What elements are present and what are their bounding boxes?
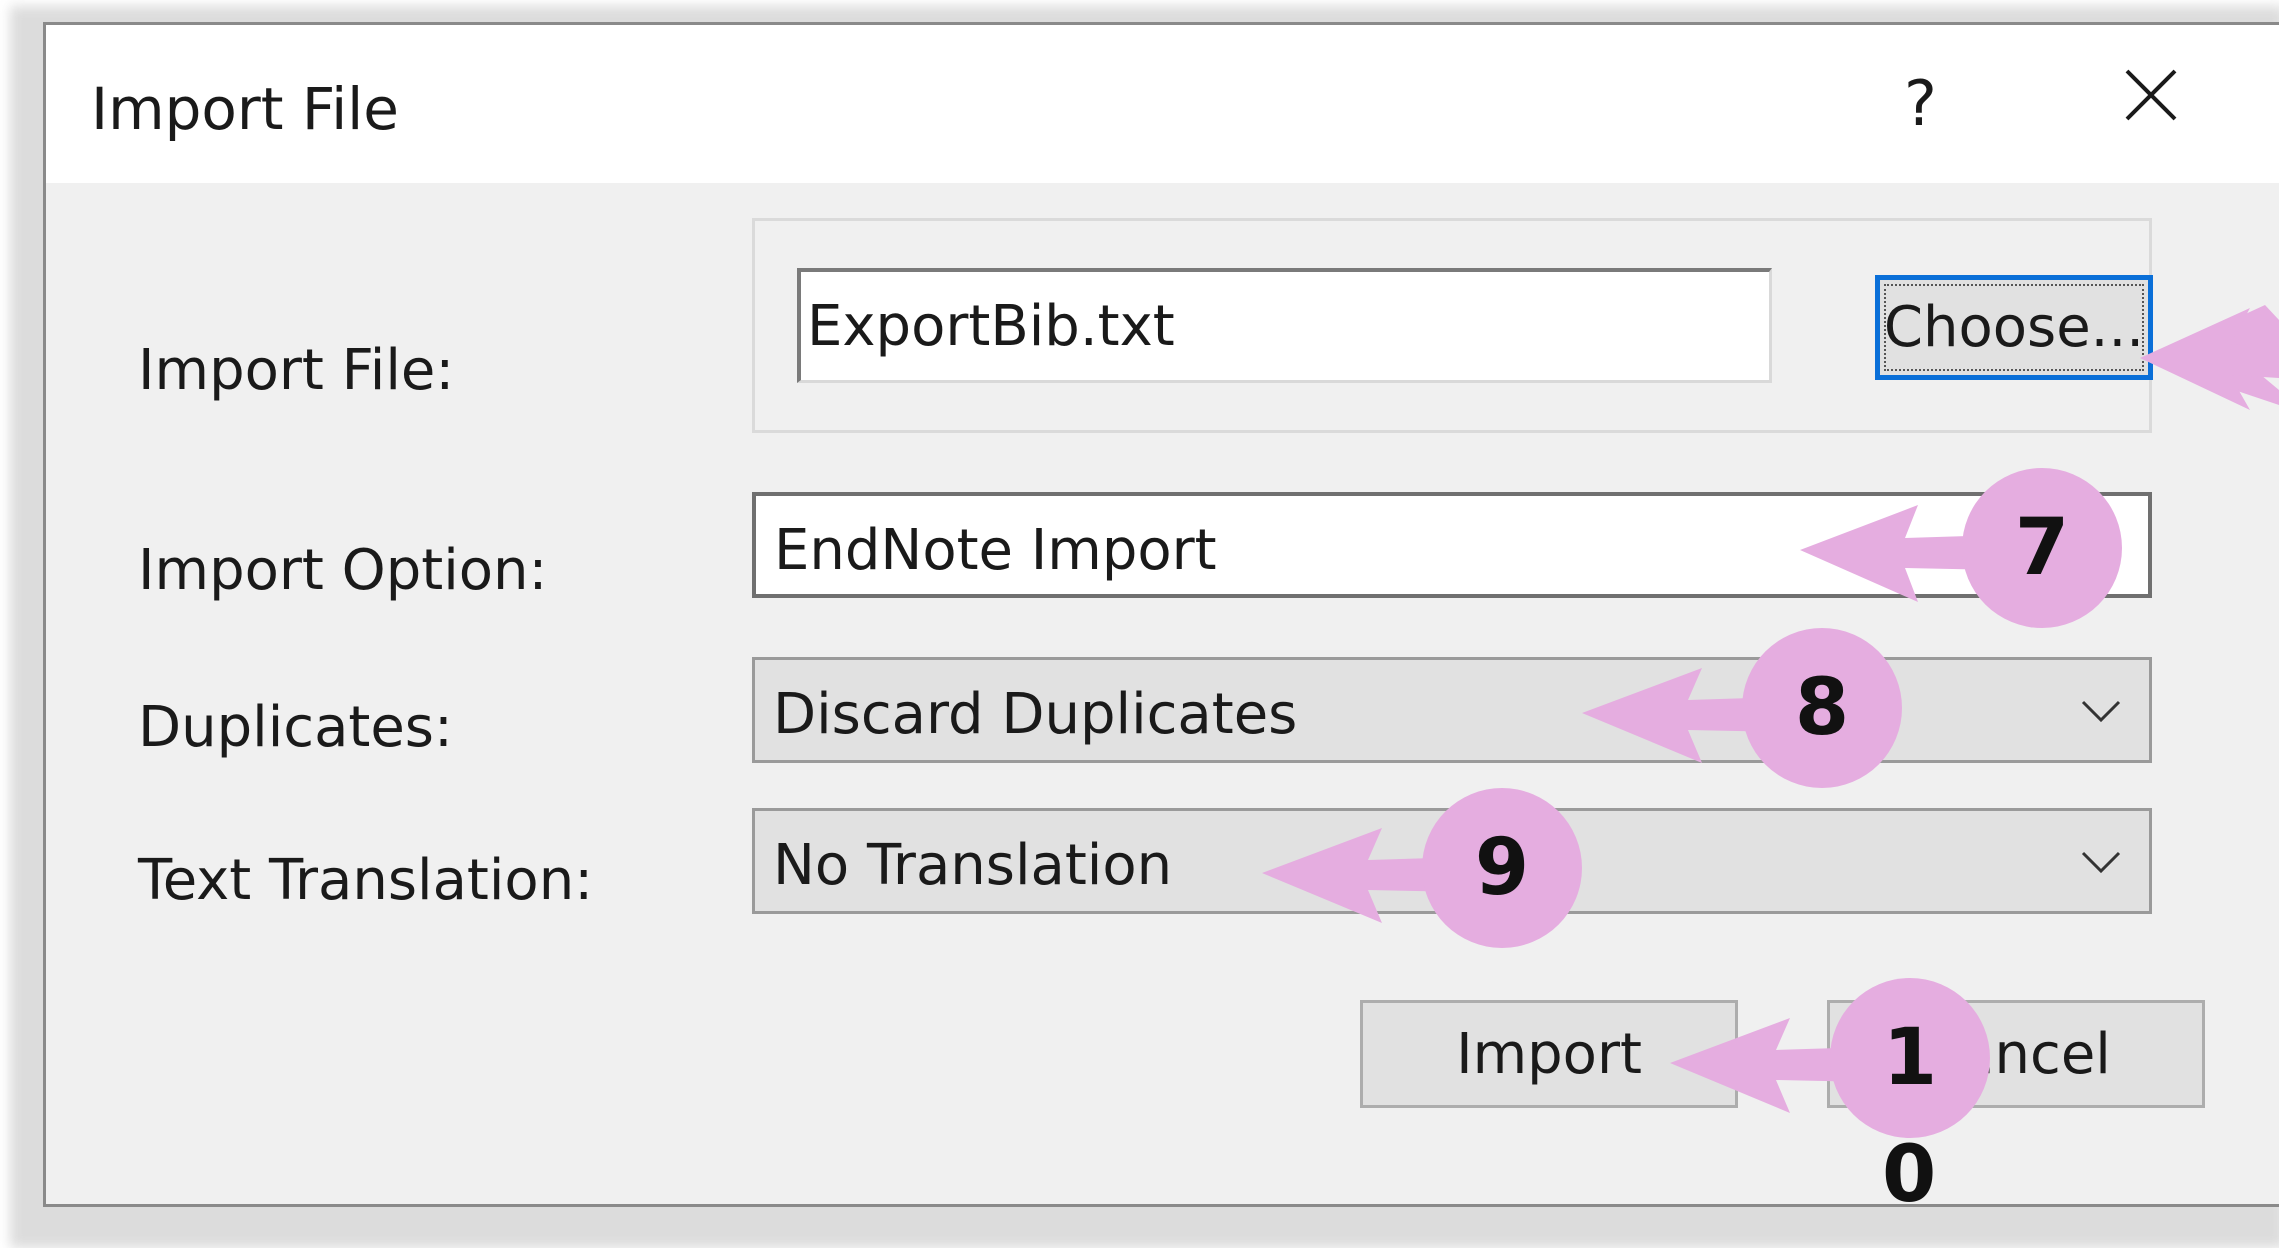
import-option-value: EndNote Import [774,518,1217,583]
duplicates-value: Discard Duplicates [773,682,1298,747]
import-option-select[interactable]: EndNote Import [752,492,2152,598]
title-bar: Import File ? [46,25,2279,183]
help-button[interactable]: ? [1904,67,1937,140]
annotation-marker-7: 7 [1962,468,2122,628]
annotation-marker-9: 9 [1422,788,1582,948]
import-file-label: Import File: [138,338,455,403]
text-translation-label: Text Translation: [138,848,594,913]
annotation-marker-8: 8 [1742,628,1902,788]
chevron-down-icon [2081,700,2121,723]
dialog-title: Import File [91,75,399,143]
annotation-marker-10-sublabel: 0 [1882,1130,1937,1220]
text-translation-value: No Translation [773,833,1173,898]
duplicates-label: Duplicates: [138,695,453,760]
duplicates-select[interactable]: Discard Duplicates [752,657,2152,763]
import-option-label: Import Option: [138,538,548,603]
import-file-input[interactable] [797,268,1772,383]
choose-button[interactable]: Choose... [1875,275,2153,380]
close-icon[interactable] [2121,65,2181,125]
import-button[interactable]: Import [1360,1000,1738,1108]
annotation-marker-10: 1 [1830,978,1990,1138]
chevron-down-icon [2081,851,2121,874]
